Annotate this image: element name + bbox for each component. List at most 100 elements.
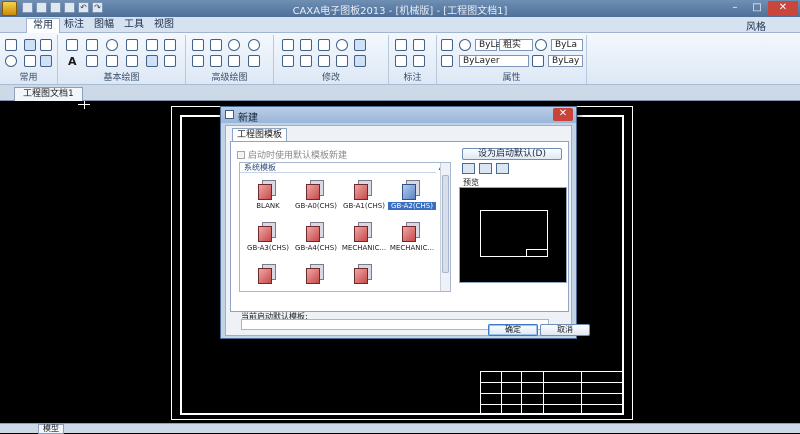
title-block-line: [581, 372, 582, 413]
fillet-icon[interactable]: [318, 55, 330, 67]
offset-icon[interactable]: [282, 55, 294, 67]
tab-drawing-templates[interactable]: 工程图模板: [232, 128, 288, 142]
scale-icon[interactable]: [336, 55, 348, 67]
linetype-dropdown[interactable]: ByLayer: [459, 55, 529, 67]
template-item-gb-a3[interactable]: GB-A3(CHS): [244, 219, 292, 259]
template-item[interactable]: [340, 261, 388, 301]
tab-annotate[interactable]: 标注: [58, 18, 90, 33]
template-file-icon: [354, 222, 372, 242]
line-icon[interactable]: [66, 39, 78, 51]
color-dropdown[interactable]: 粗实: [499, 39, 533, 51]
tab-common[interactable]: 常用: [26, 18, 60, 33]
zoom-icon[interactable]: [5, 55, 17, 67]
tab-tools[interactable]: 工具: [118, 18, 150, 33]
parallel-line-icon[interactable]: [86, 39, 98, 51]
document-tab[interactable]: 工程图文档1: [14, 87, 83, 101]
template-item-gb-a0[interactable]: GB-A0(CHS): [292, 177, 340, 217]
pan-icon[interactable]: [24, 55, 36, 67]
template-section-header[interactable]: 系统模板: [240, 163, 436, 173]
leader-icon[interactable]: [413, 39, 425, 51]
template-file-icon: [258, 222, 276, 242]
polyline-icon[interactable]: [126, 55, 138, 67]
erase-icon[interactable]: [282, 39, 294, 51]
spline-icon[interactable]: [164, 39, 176, 51]
arc-icon[interactable]: [126, 39, 138, 51]
tolerance-icon[interactable]: [413, 55, 425, 67]
tab-sheet[interactable]: 图幅: [88, 18, 120, 33]
set-default-button[interactable]: 设为启动默认(D): [462, 148, 562, 160]
layer-dropdown-1[interactable]: ByLa: [475, 39, 501, 51]
tab-view[interactable]: 视图: [148, 18, 180, 33]
explode-icon[interactable]: [354, 55, 366, 67]
circle-icon[interactable]: [106, 39, 118, 51]
template-item-mechanic-1[interactable]: MECHANIC...: [340, 219, 388, 259]
color-wheel-icon[interactable]: [535, 39, 547, 51]
ellipse-icon[interactable]: [228, 39, 240, 51]
crosshair-cursor-h: [78, 104, 90, 105]
dialog-title: 新建: [238, 113, 258, 124]
table-icon[interactable]: [146, 55, 158, 67]
lineweight-dropdown[interactable]: ByLay: [548, 55, 583, 67]
maximize-button[interactable]: □: [746, 1, 768, 16]
new-dialog: 新建 ✕ 工程图模板 启动时使用默认模板新建 系统模板 ▲ BLANK GB-A…: [220, 106, 590, 339]
layout-bar: 模型: [0, 423, 800, 434]
point-icon[interactable]: [192, 55, 204, 67]
block-icon[interactable]: [164, 55, 176, 67]
window-controls: – □ ✕: [724, 1, 798, 16]
dimension-icon[interactable]: [395, 39, 407, 51]
template-item[interactable]: [292, 261, 340, 301]
hatch-icon[interactable]: [106, 55, 118, 67]
lineweight-icon[interactable]: [532, 55, 544, 67]
linestyle-icon[interactable]: [441, 55, 453, 67]
ok-button[interactable]: 确定: [488, 324, 538, 336]
curve-icon[interactable]: [192, 39, 204, 51]
scrollbar-thumb[interactable]: [442, 175, 449, 273]
paste-icon[interactable]: [40, 39, 52, 51]
cancel-button[interactable]: 取消: [540, 324, 590, 336]
minimize-button[interactable]: –: [724, 1, 746, 16]
move-icon[interactable]: [300, 39, 312, 51]
new-icon[interactable]: [5, 39, 17, 51]
layer-icon[interactable]: [441, 39, 453, 51]
ribbon: 常用 A 基本绘图 高级绘图 修改 标注 ByLa 粗实 ByLa ByLaye…: [0, 33, 800, 85]
template-item[interactable]: [244, 261, 292, 301]
text-icon[interactable]: A: [68, 55, 77, 68]
style-menu[interactable]: 风格: [746, 18, 766, 33]
template-label: MECHANIC...: [341, 244, 387, 252]
template-label: GB-A2(CHS): [388, 202, 436, 210]
match-icon[interactable]: [40, 55, 52, 67]
close-button[interactable]: ✕: [768, 1, 798, 16]
template-item-gb-a1[interactable]: GB-A1(CHS): [340, 177, 388, 217]
layer-dropdown-2[interactable]: ByLa: [551, 39, 583, 51]
use-default-checkbox[interactable]: [237, 150, 245, 159]
cloud-icon[interactable]: [248, 55, 260, 67]
template-file-icon: [354, 180, 372, 200]
list-view-icon[interactable]: [479, 163, 492, 174]
mirror-icon[interactable]: [300, 55, 312, 67]
dialog-close-button[interactable]: ✕: [553, 108, 573, 121]
dialog-title-bar[interactable]: 新建 ✕: [221, 107, 576, 124]
rectangle-icon[interactable]: [146, 39, 158, 51]
template-list[interactable]: 系统模板 ▲ BLANK GB-A0(CHS) GB-A1(CHS): [239, 162, 451, 292]
details-view-icon[interactable]: [496, 163, 509, 174]
array-icon[interactable]: [354, 39, 366, 51]
template-item-blank[interactable]: BLANK: [244, 177, 292, 217]
rotate-icon[interactable]: [336, 39, 348, 51]
title-bar: ↶ ↷ CAXA电子图板2013 - [机械版] - [工程图文档1] – □ …: [0, 0, 800, 17]
light-bulb-icon[interactable]: [459, 39, 471, 51]
slot-icon[interactable]: [228, 55, 240, 67]
roughness-icon[interactable]: [395, 55, 407, 67]
template-item-gb-a4[interactable]: GB-A4(CHS): [292, 219, 340, 259]
template-item-mechanic-2[interactable]: MECHANIC...: [388, 219, 436, 259]
template-item-gb-a2[interactable]: GB-A2(CHS): [388, 177, 436, 217]
polygon-icon[interactable]: [210, 39, 222, 51]
copy-icon[interactable]: [24, 39, 36, 51]
gear-icon[interactable]: [248, 39, 260, 51]
title-block-line: [501, 372, 502, 413]
hole-icon[interactable]: [210, 55, 222, 67]
title-block: [480, 371, 624, 414]
large-icons-view-icon[interactable]: [462, 163, 475, 174]
template-scrollbar[interactable]: [440, 163, 450, 291]
centerline-icon[interactable]: [86, 55, 98, 67]
trim-icon[interactable]: [318, 39, 330, 51]
